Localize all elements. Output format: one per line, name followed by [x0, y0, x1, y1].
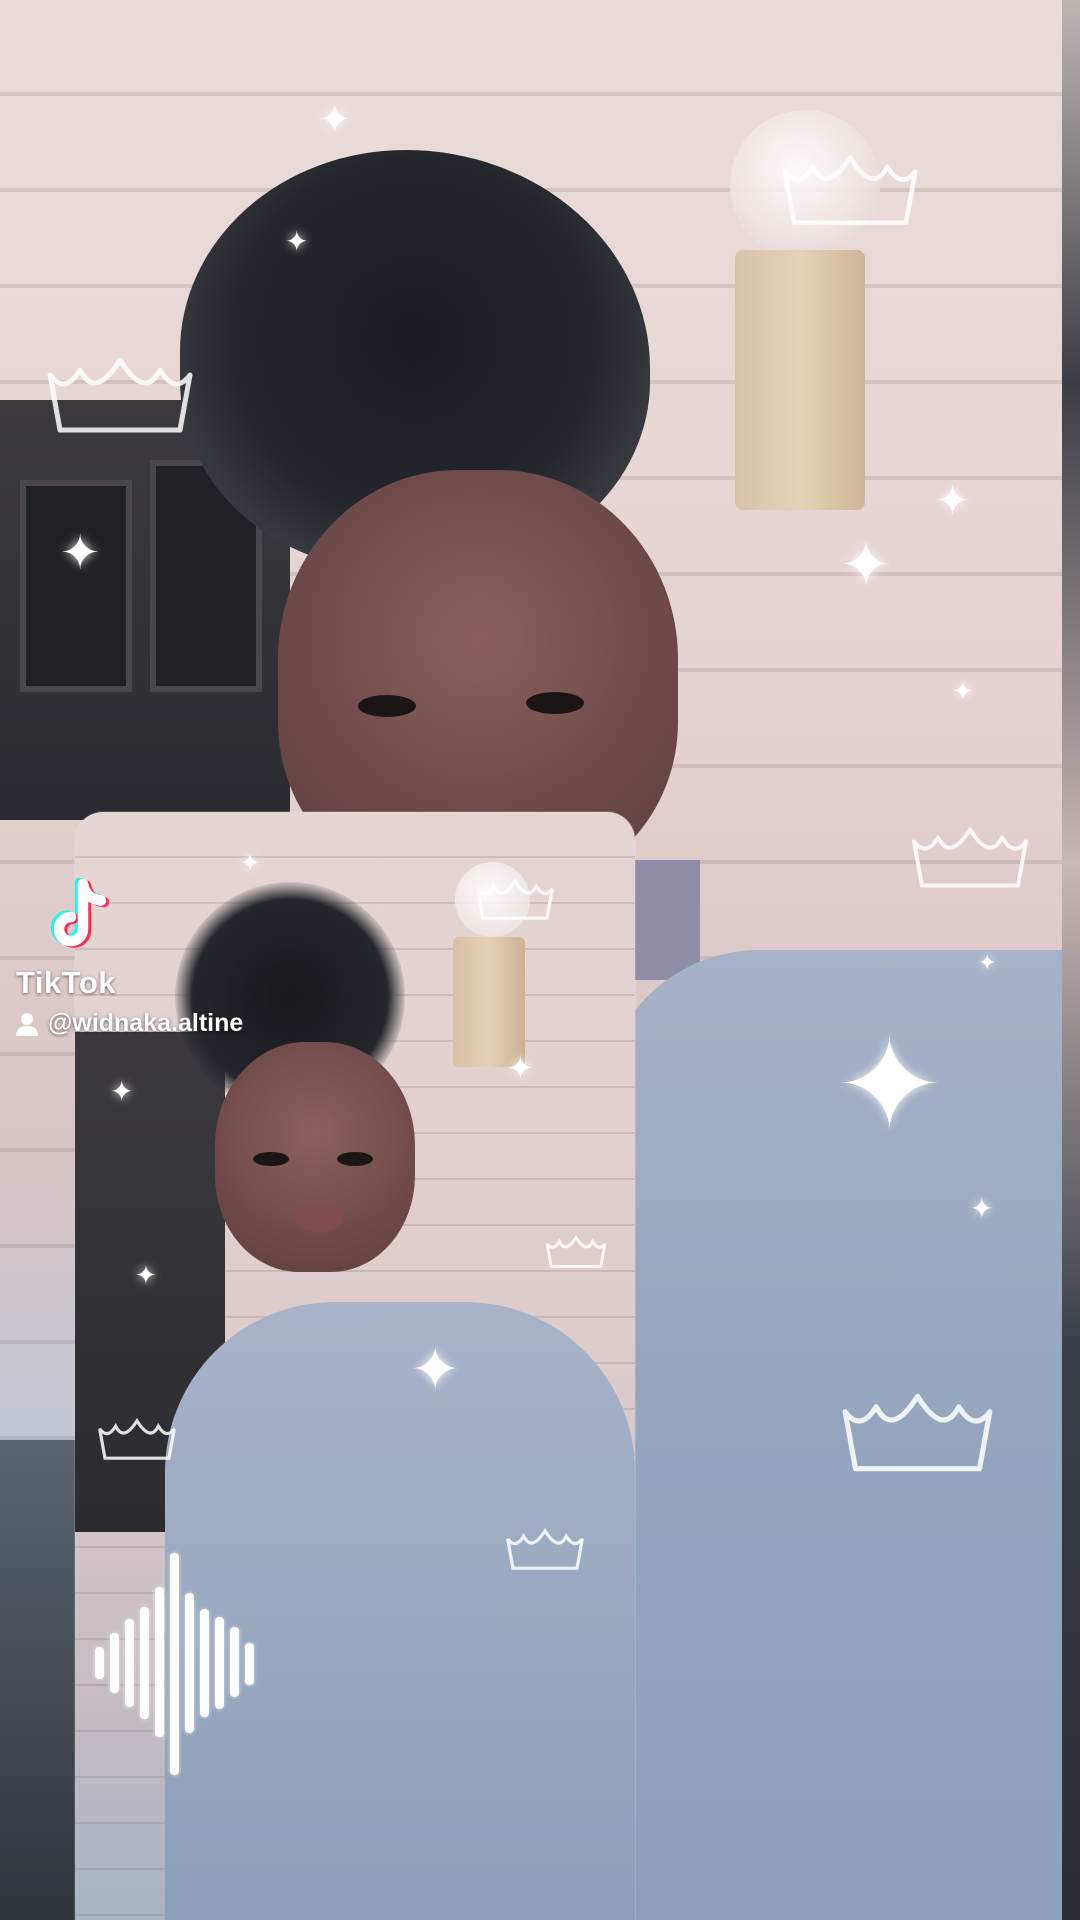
- sparkle-icon: ✦: [952, 676, 974, 706]
- crown-icon: [912, 827, 1028, 888]
- sparkle-icon: ✦: [285, 226, 309, 257]
- sparkle-icon: ✦: [60, 527, 101, 580]
- sparkle-icon: ✦: [935, 477, 971, 524]
- background-door: [0, 1440, 80, 1920]
- sparkle-icon: ✦: [110, 1076, 134, 1107]
- crown-icon: [782, 155, 918, 226]
- crown-icon: [98, 1417, 176, 1460]
- crown-icon: [545, 1234, 607, 1268]
- tiktok-brand-label: TikTok: [16, 965, 117, 1000]
- person-icon: [16, 1012, 38, 1036]
- sparkle-icon: ✦: [135, 1260, 157, 1290]
- sparkle-icon: ✦: [410, 1336, 461, 1403]
- sparkle-icon: ✦: [835, 1012, 944, 1158]
- sparkle-icon: ✦: [970, 1193, 994, 1224]
- crown-icon: [47, 357, 193, 433]
- sparkle-icon: ✦: [318, 98, 352, 142]
- tiktok-logo-icon: [50, 877, 110, 948]
- sparkle-icon: ✦: [840, 531, 892, 600]
- audio-waveform-icon: [95, 1550, 270, 1775]
- sparkle-icon: ✦: [240, 850, 261, 877]
- crown-icon: [476, 877, 554, 920]
- crown-icon: [842, 1393, 993, 1472]
- tiktok-watermark: TikTok @widnaka.altine: [16, 877, 243, 1038]
- right-edge-strip: [1062, 0, 1080, 1920]
- creator-username: @widnaka.altine: [48, 1009, 244, 1037]
- wall-lamp-base: [735, 250, 865, 510]
- sparkle-icon: ✦: [978, 950, 997, 975]
- sparkle-icon: ✦: [507, 1050, 534, 1086]
- crown-icon: [506, 1527, 584, 1570]
- creator-handle-row: @widnaka.altine: [16, 1009, 243, 1038]
- video-frame[interactable]: ✦ ✦ ✦ ✦ ✦ ✦ ✦ ✦ ✦ ✦ ✦ ✦ ✦ ✦ TikTok @widn…: [0, 0, 1080, 1920]
